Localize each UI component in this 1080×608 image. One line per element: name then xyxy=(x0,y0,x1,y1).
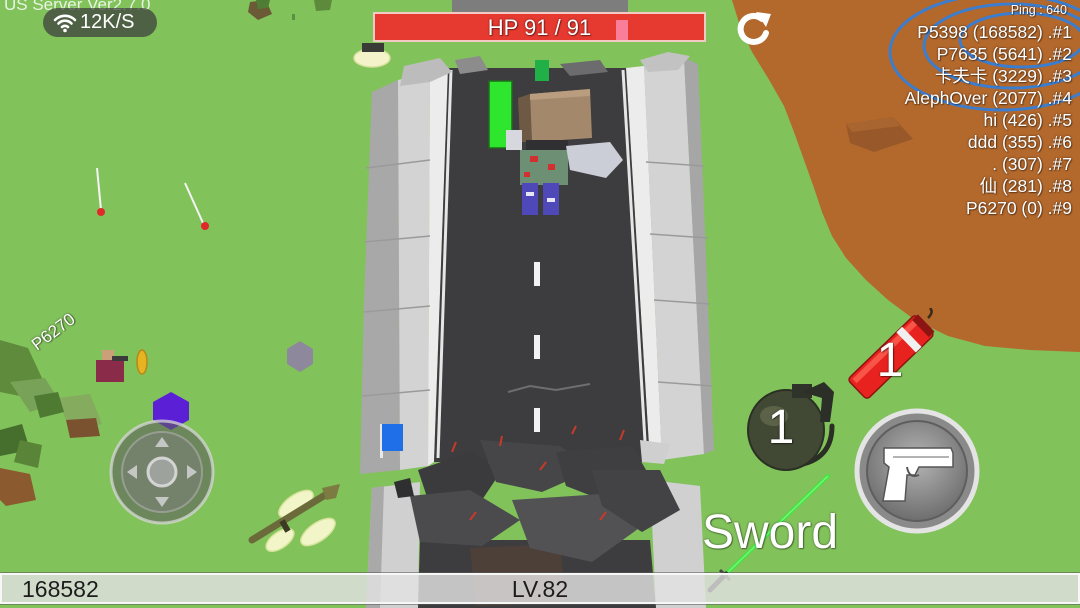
pistol-icon[interactable] xyxy=(853,407,981,535)
leaderboard: P5398 (168582) .#1 P7635 (5641) .#2 卡夫卡 … xyxy=(905,21,1072,219)
tracer-dot xyxy=(97,208,105,216)
dynamite-count: 1 xyxy=(876,334,904,387)
dynamite-fuse xyxy=(927,308,933,319)
leaderboard-row: AlephOver (2077) .#4 xyxy=(904,88,1072,108)
character-body xyxy=(520,150,568,185)
left-wall-top xyxy=(398,72,430,470)
character-body-spot xyxy=(530,156,538,162)
character-leg xyxy=(522,183,538,215)
center-dash xyxy=(534,335,540,359)
wifi-arc xyxy=(57,19,73,25)
leaderboard-row: P7635 (5641) .#2 xyxy=(936,44,1072,64)
wifi-arc xyxy=(53,14,77,22)
shrub-leaf xyxy=(256,0,270,9)
leaderboard-row: P6270 (0) .#9 xyxy=(965,198,1072,218)
center-dash xyxy=(534,408,540,432)
ping-label: Ping : 640 xyxy=(1010,3,1067,17)
character-leg-stripe xyxy=(547,198,555,202)
other-player-body xyxy=(96,360,124,382)
far-road-segment xyxy=(452,0,628,12)
leaderboard-row: 仙 (281) .#8 xyxy=(979,176,1072,196)
joystick-icon[interactable] xyxy=(108,418,216,526)
status-bar: 168582 LV.82 xyxy=(0,572,1080,605)
leaderboard-row: P5398 (168582) .#1 xyxy=(917,22,1072,42)
tracer-dot xyxy=(201,222,209,230)
wifi-arc xyxy=(60,24,70,29)
shrub xyxy=(314,0,332,11)
level-label: LV.82 xyxy=(511,576,569,602)
joystick-knob[interactable] xyxy=(146,456,178,488)
tree-trunk xyxy=(66,418,100,438)
hp-bar: HP 91 / 91 xyxy=(373,12,706,42)
network-speed-text: 12K/S xyxy=(80,11,135,33)
character-green-block xyxy=(535,60,549,81)
character-body-spot xyxy=(524,172,530,177)
pebble xyxy=(292,14,295,20)
pickup-item xyxy=(362,43,384,52)
character-left-arm xyxy=(506,130,522,150)
leaderboard-row: 卡夫卡 (3229) .#3 xyxy=(934,66,1072,86)
wifi-icon xyxy=(53,14,77,33)
melee-weapon-label[interactable]: Sword xyxy=(702,509,838,557)
network-speed-indicator: 12K/S xyxy=(43,8,157,37)
leaderboard-row: . (307) .#7 xyxy=(992,154,1072,174)
hp-label: HP 91 / 91 xyxy=(487,15,592,40)
leaderboard-row: hi (426) .#5 xyxy=(983,110,1072,130)
center-dash xyxy=(534,262,540,286)
other-player-weapon xyxy=(112,356,128,361)
grenade-count: 1 xyxy=(767,401,795,454)
gold-coin xyxy=(136,349,148,375)
flag-cloth xyxy=(382,424,403,451)
character-leg-stripe xyxy=(526,192,534,196)
character-body-spot xyxy=(548,164,555,170)
wifi-dot xyxy=(63,28,67,33)
refresh-icon[interactable] xyxy=(731,8,777,50)
leaderboard-row: ddd (355) .#6 xyxy=(967,132,1072,152)
